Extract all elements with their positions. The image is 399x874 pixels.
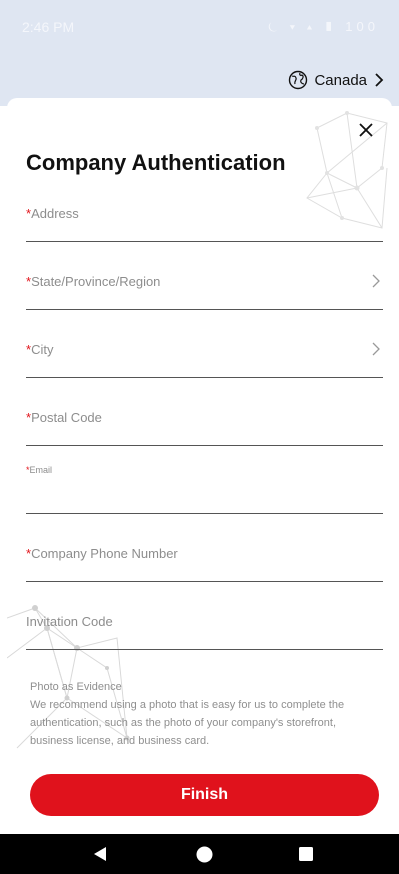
page-title: Company Authentication bbox=[26, 150, 286, 175]
state-province-region-field[interactable]: *State/Province/Region bbox=[26, 266, 383, 310]
country-selector[interactable]: Canada bbox=[288, 70, 385, 90]
field-label-text: City bbox=[31, 342, 54, 357]
field-label-invitation: Invitation Code bbox=[26, 614, 113, 629]
finish-button[interactable]: Finish bbox=[30, 774, 379, 816]
company-phone-field[interactable]: *Company Phone Number bbox=[26, 538, 383, 582]
address-field[interactable]: *Address bbox=[26, 198, 383, 242]
field-label-text: State/Province/Region bbox=[31, 274, 161, 289]
field-label-postal-code: *Postal Code bbox=[26, 410, 102, 425]
status-time: 2:46 PM bbox=[22, 19, 75, 35]
field-label-address: *Address bbox=[26, 206, 79, 221]
recents-icon[interactable] bbox=[299, 847, 313, 861]
photo-evidence-section: Photo as Evidence We recommend using a p… bbox=[30, 678, 380, 750]
country-name: Canada bbox=[314, 71, 367, 89]
chevron-right-icon bbox=[372, 342, 380, 356]
system-nav-bar bbox=[0, 834, 399, 874]
status-icons: ⏾ ▾ ▴ ▮ 100 bbox=[267, 19, 379, 34]
field-label-email: *Email bbox=[26, 465, 52, 475]
field-label-state: *State/Province/Region bbox=[26, 274, 160, 289]
field-label-phone: *Company Phone Number bbox=[26, 546, 178, 561]
city-field[interactable]: *City bbox=[26, 334, 383, 378]
email-field[interactable]: *Email bbox=[26, 462, 383, 514]
field-label-text: Company Phone Number bbox=[31, 546, 178, 561]
invitation-code-field[interactable]: Invitation Code bbox=[26, 606, 383, 650]
chevron-right-icon bbox=[372, 274, 380, 288]
authentication-sheet: Company Authentication *Address *State/P… bbox=[7, 98, 392, 834]
postal-code-field[interactable]: *Postal Code bbox=[26, 402, 383, 446]
globe-icon bbox=[289, 70, 308, 90]
back-icon[interactable] bbox=[92, 846, 108, 862]
field-label-text: Address bbox=[31, 206, 79, 221]
field-label-text: Postal Code bbox=[31, 410, 102, 425]
close-icon[interactable] bbox=[354, 118, 378, 142]
field-label-city: *City bbox=[26, 342, 53, 357]
field-label-text: Email bbox=[29, 465, 53, 475]
home-icon[interactable] bbox=[196, 846, 213, 863]
evidence-description: We recommend using a photo that is easy … bbox=[30, 699, 345, 747]
evidence-title: Photo as Evidence bbox=[30, 681, 122, 693]
status-bar: 2:46 PM ⏾ ▾ ▴ ▮ 100 bbox=[0, 0, 399, 56]
chevron-right-icon bbox=[375, 73, 384, 87]
